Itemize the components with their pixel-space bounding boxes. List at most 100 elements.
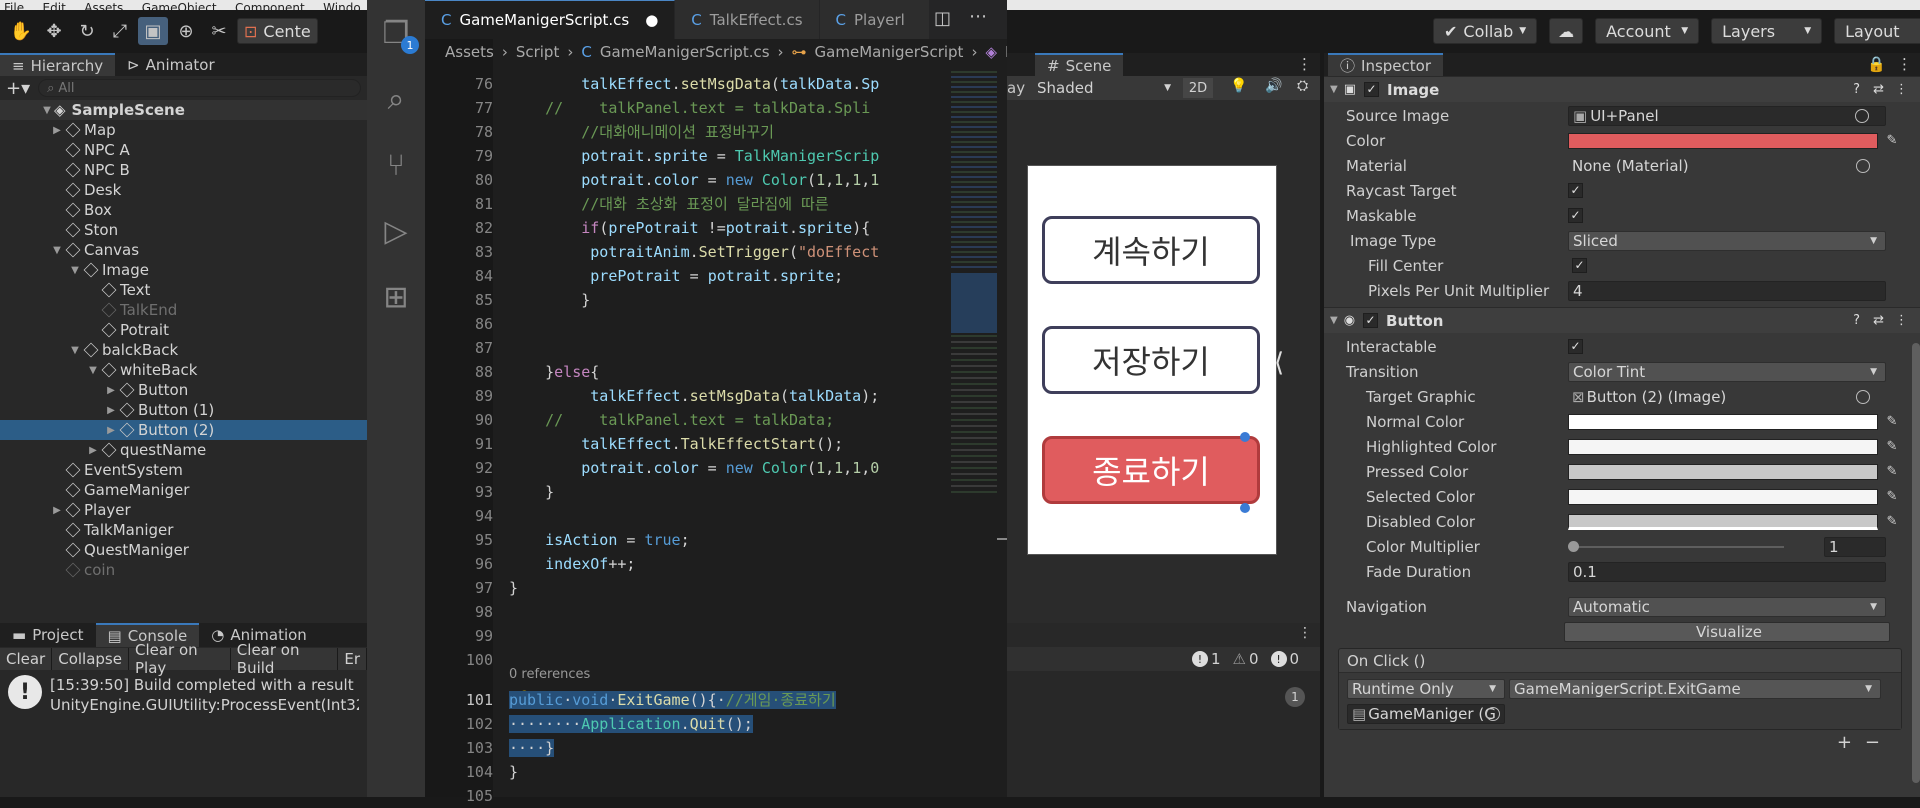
selected-color-swatch[interactable] bbox=[1568, 488, 1878, 505]
shading-mode-dropdown[interactable]: Shaded ▼ bbox=[1031, 78, 1177, 98]
scale-tool-icon[interactable]: ⤢ bbox=[105, 17, 135, 45]
tab-gamemaniger-script[interactable]: C GameManigerScript.cs ● bbox=[425, 0, 676, 39]
account-dropdown[interactable]: Account ▼ bbox=[1595, 18, 1700, 44]
hierarchy-item[interactable]: ▶ Button (2) bbox=[0, 420, 367, 440]
code-line[interactable]: 84 prePotrait = potrait.sprite; bbox=[425, 264, 1007, 288]
hierarchy-search-input[interactable]: ⌕ All bbox=[38, 79, 361, 97]
code-line[interactable]: 91 talkEffect.TalkEffectStart(); bbox=[425, 432, 1007, 456]
code-line[interactable]: 98 bbox=[425, 600, 1007, 624]
clear-on-build-button[interactable]: Clear on Build bbox=[230, 641, 339, 677]
code-line[interactable]: 77 // talkPanel.text = talkData.Spli bbox=[425, 96, 1007, 120]
help-icon[interactable]: ? bbox=[1853, 82, 1860, 97]
menu-edit[interactable]: Edit bbox=[43, 2, 66, 10]
raycast-checkbox[interactable]: ✓ bbox=[1568, 183, 1583, 198]
component-menu-icon[interactable]: ⋮ bbox=[1895, 313, 1908, 328]
code-line[interactable]: 102 ········Application.Quit(); bbox=[425, 712, 1007, 736]
clear-on-play-button[interactable]: Clear on Play bbox=[128, 641, 231, 677]
target-graphic-field[interactable]: ⊠ Button (2) (Image) bbox=[1568, 387, 1886, 407]
code-line[interactable]: 103 ····} bbox=[425, 736, 1007, 760]
help-icon[interactable]: ? bbox=[1853, 313, 1860, 328]
tab-inspector[interactable]: ⓘ Inspector bbox=[1328, 53, 1443, 76]
scene-button-continue[interactable]: 계속하기 bbox=[1042, 216, 1260, 284]
menu-file[interactable]: File bbox=[4, 2, 24, 10]
menu-component[interactable]: Component bbox=[235, 2, 305, 10]
expand-arrow-icon[interactable]: ▶ bbox=[50, 505, 64, 516]
hierarchy-item[interactable]: ▶ Button (1) bbox=[0, 400, 367, 420]
scene-root[interactable]: ▼ ◈ SampleScene bbox=[0, 100, 367, 120]
code-line[interactable]: 104} bbox=[425, 760, 1007, 784]
lighting-icon[interactable]: 💡 bbox=[1230, 78, 1247, 94]
eyedropper-icon[interactable]: ✎ bbox=[1884, 464, 1900, 480]
button-enabled-checkbox[interactable]: ✓ bbox=[1363, 313, 1379, 328]
hierarchy-item[interactable]: ▼ Canvas bbox=[0, 240, 367, 260]
expand-arrow-icon[interactable]: ▼ bbox=[68, 265, 82, 276]
component-menu-icon[interactable]: ⋮ bbox=[1895, 82, 1908, 97]
panel-menu-icon[interactable]: ⋮ bbox=[1298, 625, 1312, 641]
breadcrumb-class[interactable]: GameManigerScript bbox=[815, 43, 964, 61]
fade-duration-field[interactable]: 0.1 bbox=[1568, 561, 1886, 582]
eyedropper-icon[interactable]: ✎ bbox=[1884, 489, 1900, 505]
source-control-icon[interactable]: ⑂ bbox=[367, 132, 425, 198]
lock-icon[interactable]: 🔒 bbox=[1867, 55, 1886, 73]
code-line[interactable]: 94 bbox=[425, 504, 1007, 528]
collapse-arrow-icon[interactable]: ▼ bbox=[1330, 315, 1338, 326]
mode-2d-toggle[interactable]: 2D bbox=[1183, 78, 1213, 98]
hierarchy-item[interactable]: GameManiger bbox=[0, 480, 367, 500]
hierarchy-item[interactable]: ▶ Map bbox=[0, 120, 367, 140]
pivot-toggle[interactable]: ⊡ Cente bbox=[237, 18, 318, 44]
eyedropper-icon[interactable]: ✎ bbox=[1884, 133, 1900, 149]
normal-color-swatch[interactable] bbox=[1568, 413, 1878, 430]
effects-icon[interactable]: ⛭ bbox=[1297, 78, 1308, 94]
layout-dropdown[interactable]: Layout▼ bbox=[1834, 18, 1920, 44]
hierarchy-item[interactable]: QuestManiger bbox=[0, 540, 367, 560]
code-line[interactable]: 78 //대화애니메이션 표정바꾸기 bbox=[425, 120, 1007, 144]
code-line[interactable]: 90 // talkPanel.text = talkData; bbox=[425, 408, 1007, 432]
collapse-arrow-icon[interactable]: ▼ bbox=[1330, 84, 1338, 95]
code-line[interactable]: 89 talkEffect.setMsgData(talkData); bbox=[425, 384, 1007, 408]
code-line[interactable]: 83 potraitAnim.SetTrigger("doEffect bbox=[425, 240, 1007, 264]
tab-project[interactable]: ▬ Project bbox=[0, 623, 96, 647]
inspector-scrollbar[interactable] bbox=[1912, 343, 1920, 783]
code-line[interactable]: 80 potrait.color = new Color(1,1,1,1 bbox=[425, 168, 1007, 192]
ppu-field[interactable]: 4 bbox=[1568, 280, 1886, 301]
code-line[interactable]: 105 bbox=[425, 784, 1007, 808]
eyedropper-icon[interactable]: ✎ bbox=[1884, 414, 1900, 430]
eyedropper-icon[interactable]: ✎ bbox=[1884, 439, 1900, 455]
hierarchy-item[interactable]: ▼ balckBack bbox=[0, 340, 367, 360]
code-line[interactable]: 96 indexOf++; bbox=[425, 552, 1007, 576]
transition-dropdown[interactable]: Color Tint bbox=[1568, 361, 1886, 382]
image-type-dropdown[interactable]: Sliced bbox=[1568, 230, 1886, 251]
move-tool-icon[interactable]: ✥ bbox=[39, 17, 69, 45]
rect-handle[interactable] bbox=[1240, 432, 1250, 442]
interactable-checkbox[interactable]: ✓ bbox=[1568, 339, 1583, 354]
hand-tool-icon[interactable]: ✋ bbox=[6, 17, 36, 45]
hierarchy-item[interactable]: coin bbox=[0, 560, 367, 580]
remove-event-button[interactable]: − bbox=[1865, 732, 1880, 753]
expand-arrow-icon[interactable]: ▼ bbox=[50, 245, 64, 256]
code-line[interactable]: 93 } bbox=[425, 480, 1007, 504]
pressed-color-swatch[interactable] bbox=[1568, 463, 1878, 480]
code-line[interactable]: 79 potrait.sprite = TalkManigerScrip bbox=[425, 144, 1007, 168]
breadcrumb-script[interactable]: Script bbox=[516, 43, 560, 61]
navigation-dropdown[interactable]: Automatic bbox=[1568, 596, 1886, 617]
add-event-button[interactable]: + bbox=[1837, 732, 1852, 753]
highlighted-color-swatch[interactable] bbox=[1568, 438, 1878, 455]
runtime-dropdown[interactable]: Runtime Only bbox=[1347, 679, 1505, 699]
function-dropdown[interactable]: GameManigerScript.ExitGame bbox=[1509, 679, 1881, 699]
code-line[interactable]: 99 bbox=[425, 624, 1007, 648]
cloud-button[interactable]: ☁ bbox=[1549, 18, 1584, 44]
transform-tool-icon[interactable]: ⊕ bbox=[171, 17, 201, 45]
split-editor-icon[interactable]: ◫ bbox=[934, 8, 951, 29]
expand-arrow-icon[interactable]: ▼ bbox=[68, 345, 82, 356]
message-count[interactable]: ! 0 bbox=[1270, 650, 1299, 668]
multiplier-slider-handle[interactable] bbox=[1568, 541, 1579, 552]
run-debug-icon[interactable]: ▷ bbox=[367, 198, 425, 264]
tab-player[interactable]: C Playerl bbox=[819, 0, 930, 39]
multiplier-slider-track[interactable] bbox=[1572, 545, 1784, 548]
layers-dropdown[interactable]: Layers ▼ bbox=[1711, 18, 1823, 44]
eyedropper-icon[interactable]: ✎ bbox=[1884, 514, 1900, 530]
hierarchy-item[interactable]: ▶ questName bbox=[0, 440, 367, 460]
multiplier-field[interactable]: 1 bbox=[1824, 536, 1886, 557]
code-line[interactable]: 82 if(prePotrait !=potrait.sprite){ bbox=[425, 216, 1007, 240]
code-editor-selection[interactable]: 101 public·void·ExitGame(){·//게임·종료하기 102 ·… bbox=[425, 688, 1007, 808]
